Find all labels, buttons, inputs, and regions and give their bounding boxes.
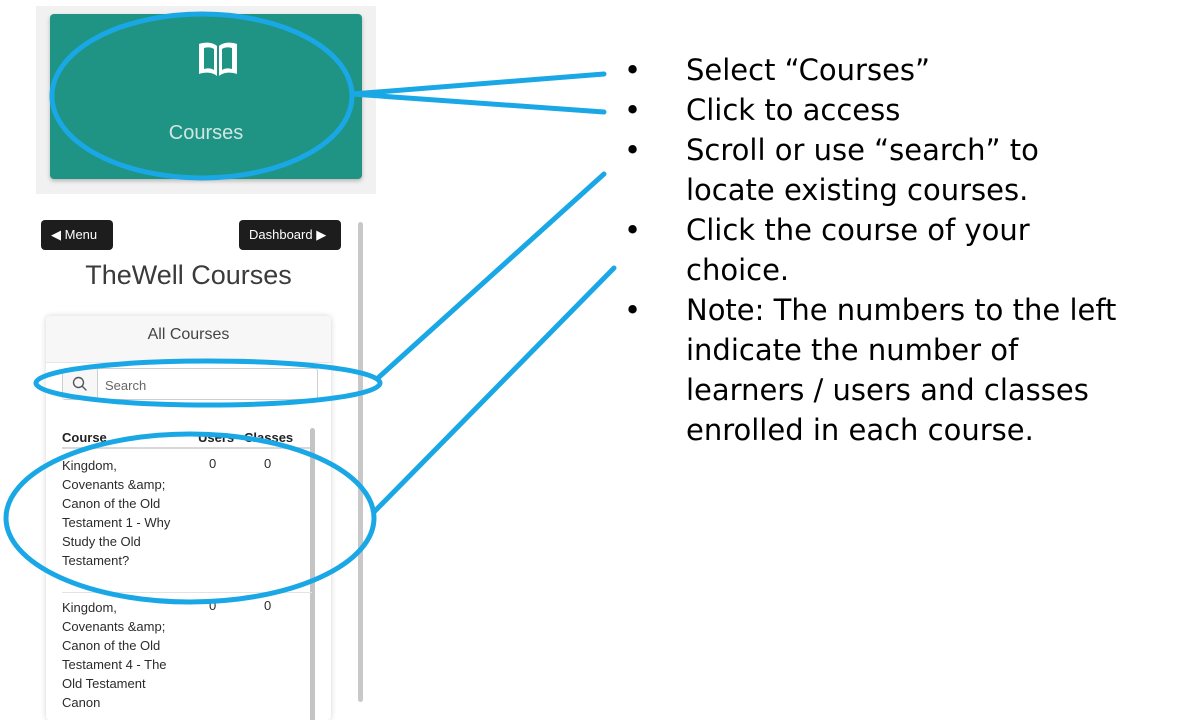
bullet: • bbox=[624, 53, 642, 87]
callout-line-1 bbox=[349, 71, 607, 97]
course-name: Kingdom, Covenants &amp; Canon of the Ol… bbox=[62, 600, 167, 710]
callout-line-2 bbox=[349, 91, 607, 115]
header-divider bbox=[62, 447, 312, 449]
courses-tile[interactable]: Courses bbox=[50, 14, 362, 179]
instruction-item: • Scroll or use “search” to locate exist… bbox=[612, 130, 1187, 210]
instruction-item: • Select “Courses” bbox=[612, 50, 1187, 90]
card-header: All Courses bbox=[46, 316, 331, 363]
search-icon-addon bbox=[63, 369, 98, 399]
page-title: TheWell Courses bbox=[85, 260, 292, 290]
classes-count: 0 bbox=[264, 456, 272, 471]
users-count: 0 bbox=[209, 598, 217, 613]
row-divider bbox=[62, 592, 312, 593]
courses-tile-label: Courses bbox=[168, 122, 244, 144]
instruction-item: • Click to access bbox=[612, 90, 1187, 130]
bullet: • bbox=[624, 293, 642, 327]
all-courses-card: All Courses Course Users Classes Kingdom… bbox=[46, 316, 331, 720]
users-count: 0 bbox=[209, 456, 217, 471]
column-header-users[interactable]: Users bbox=[198, 430, 234, 445]
courses-tile-screenshot: Courses bbox=[36, 6, 376, 194]
bullet: • bbox=[624, 213, 642, 247]
menu-button[interactable]: ◀ Menu bbox=[41, 220, 113, 250]
dashboard-button[interactable]: Dashboard ▶ bbox=[239, 220, 341, 250]
column-header-course[interactable]: Course bbox=[62, 430, 107, 445]
column-header-classes[interactable]: Classes bbox=[244, 430, 293, 445]
search-input[interactable] bbox=[103, 369, 307, 401]
course-name: Kingdom, Covenants &amp; Canon of the Ol… bbox=[62, 458, 171, 568]
instruction-item: • Click the course of your choice. bbox=[612, 210, 1187, 290]
instruction-list: • Select “Courses” • Click to access • S… bbox=[612, 50, 1187, 450]
page-scrollbar[interactable] bbox=[358, 222, 363, 702]
callout-line-3 bbox=[375, 171, 607, 381]
table-scrollbar[interactable] bbox=[310, 428, 315, 720]
search-icon bbox=[72, 376, 87, 391]
classes-count: 0 bbox=[264, 598, 272, 613]
instruction-item: • Note: The numbers to the left indicate… bbox=[612, 290, 1187, 450]
courses-page-screenshot: ◀ Menu Dashboard ▶ TheWell Courses All C… bbox=[36, 208, 376, 720]
callout-line-4 bbox=[371, 265, 617, 515]
search-field[interactable] bbox=[62, 368, 318, 401]
book-open-icon bbox=[199, 42, 237, 76]
bullet: • bbox=[624, 133, 642, 167]
bullet: • bbox=[624, 93, 642, 127]
